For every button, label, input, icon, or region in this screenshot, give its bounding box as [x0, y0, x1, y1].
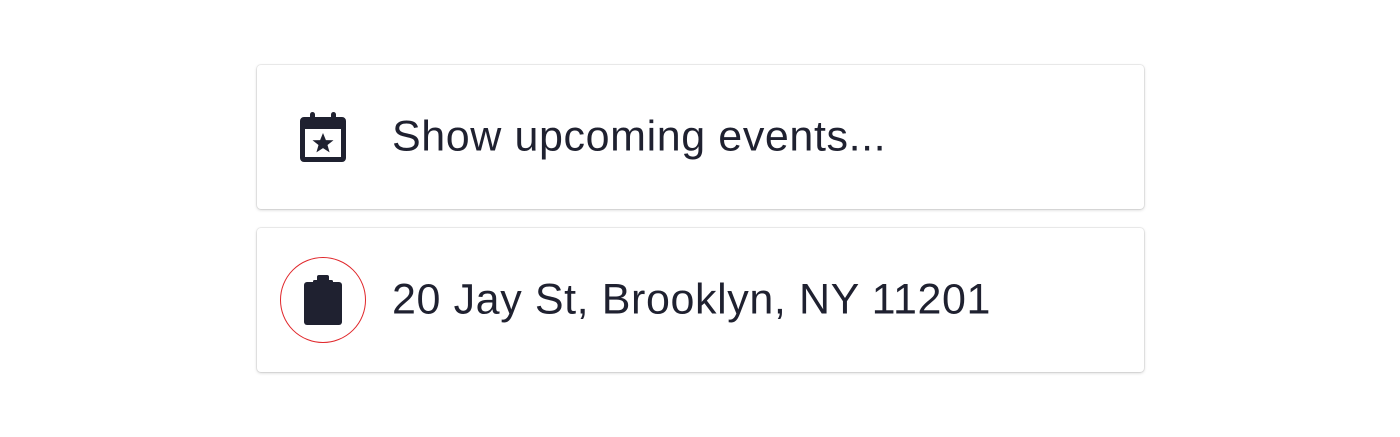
action-list: Show upcoming events... 20 Jay St, Brook… [257, 65, 1144, 372]
clipboard-icon [304, 275, 342, 325]
show-upcoming-events-item[interactable]: Show upcoming events... [257, 65, 1144, 209]
calendar-star-icon [300, 112, 346, 162]
address-item[interactable]: 20 Jay St, Brooklyn, NY 11201 [257, 228, 1144, 372]
item-label: 20 Jay St, Brooklyn, NY 11201 [392, 275, 992, 324]
clipboard-icon-wrap[interactable] [280, 257, 366, 343]
item-label: Show upcoming events... [392, 112, 887, 161]
calendar-star-icon-wrap [280, 94, 366, 180]
